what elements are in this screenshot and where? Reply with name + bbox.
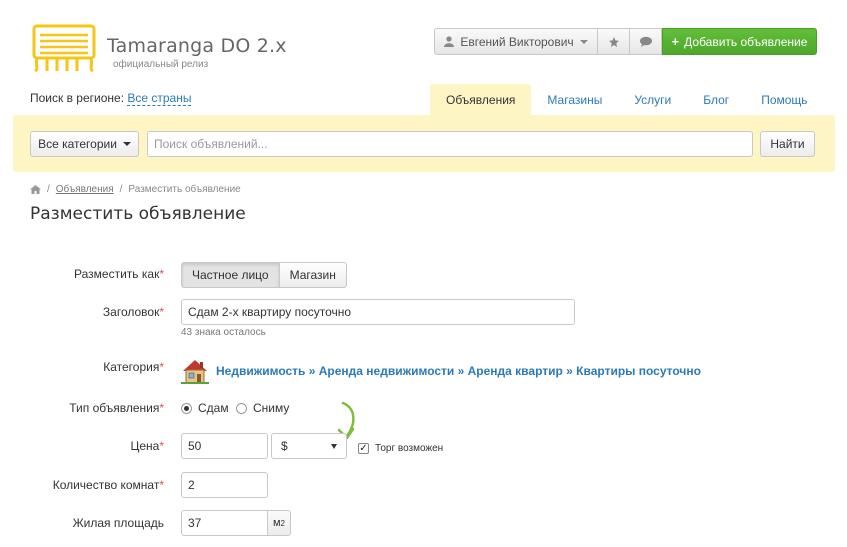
checkmark-icon: ✓ [358,443,369,454]
search-submit-button[interactable]: Найти [760,131,815,157]
house-icon [181,360,209,384]
rooms-label: Количество комнат* [52,478,164,492]
ad-type-seek-option[interactable]: Сниму [236,401,289,415]
radio-unselected-icon [236,402,247,414]
main-nav: Объявления Магазины Услуги Блог Помощь [430,84,824,115]
plus-icon: + [671,34,680,49]
category-label: Категория* [103,360,164,374]
currency-select[interactable]: $ [271,433,347,459]
ad-type-offer-option[interactable]: Сдам [181,401,229,415]
breadcrumb-current: Разместить объявление [128,184,241,195]
add-listing-button[interactable]: + Добавить объявление [662,28,817,55]
brand-subtitle: официальный релиз [113,59,209,70]
tab-services[interactable]: Услуги [618,84,687,115]
add-listing-label: Добавить объявление [684,34,808,49]
category-dropdown-button[interactable]: Все категории [30,131,139,157]
chevron-down-icon [579,39,588,44]
tab-shops[interactable]: Магазины [531,84,618,115]
region-label: Поиск в регионе: [30,91,125,105]
category-dropdown-label: Все категории [38,137,117,151]
post-as-shop-option[interactable]: Магазин [279,262,347,288]
tab-help[interactable]: Помощь [745,84,823,115]
breadcrumb-separator: / [119,184,123,195]
select-arrow-icon [331,443,337,449]
header-actions: Евгений Викторович + Добавить объявление [434,28,817,55]
area-unit-addon: м2 [267,510,291,536]
living-area-label: Жилая площадь [72,516,164,530]
breadcrumb: / Объявления / Разместить объявление [30,184,241,195]
search-input[interactable] [147,131,753,157]
currency-value: $ [281,439,288,453]
user-icon [444,36,455,47]
living-area-input[interactable]: 37 [181,510,268,536]
category-path[interactable]: Недвижимость » Аренда недвижимости » Аре… [181,358,701,384]
page-title: Разместить объявление [30,204,246,224]
logo-icon [32,24,96,73]
radio-selected-icon [181,402,192,414]
negotiable-checkbox[interactable]: ✓ Торг возможен [358,443,443,454]
region-selector: Поиск в регионе: Все страны [30,91,192,106]
post-as-private-option[interactable]: Частное лицо [181,262,280,288]
title-label: Заголовок* [102,305,164,319]
messages-button[interactable] [630,28,662,55]
chat-bubble-icon [639,36,652,47]
favorites-button[interactable] [598,28,630,55]
region-link[interactable]: Все страны [127,91,192,106]
price-label: Цена* [130,439,164,453]
tab-blog[interactable]: Блог [687,84,745,115]
tab-listings[interactable]: Объявления [430,84,532,115]
title-input[interactable]: Сдам 2-х квартиру посуточно [181,299,575,325]
post-as-toggle: Частное лицо Магазин [181,262,347,288]
home-icon[interactable] [30,185,41,194]
user-name: Евгений Викторович [460,34,574,49]
brand-title[interactable]: Tamaranga DO 2.x [107,35,287,57]
rooms-input[interactable]: 2 [181,472,268,498]
negotiable-label: Торг возможен [375,443,444,454]
title-chars-left-hint: 43 знака осталось [181,327,266,338]
search-bar: Все категории Найти [13,115,835,172]
breadcrumb-separator: / [47,184,50,195]
breadcrumb-link[interactable]: Объявления [56,184,114,195]
user-menu-button[interactable]: Евгений Викторович [434,28,598,55]
post-as-label: Разместить как* [74,267,164,281]
ad-type-label: Тип объявления* [69,401,164,415]
category-path-text: Недвижимость » Аренда недвижимости » Аре… [216,364,701,378]
chevron-down-icon [122,142,131,146]
star-icon [608,36,619,47]
price-input[interactable]: 50 [181,433,268,459]
